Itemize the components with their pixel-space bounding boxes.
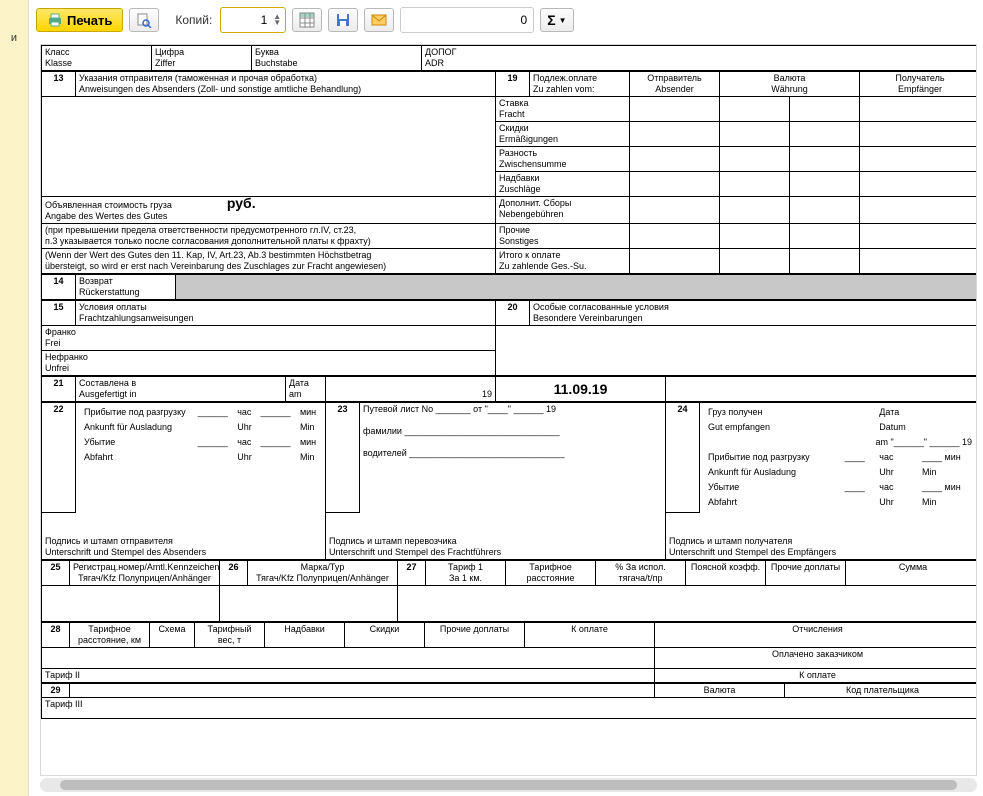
cmr-form: КлассKlasse ЦифраZiffer БукваBuchstabe Д…	[41, 45, 977, 719]
print-button[interactable]: Печать	[36, 8, 123, 32]
sigma-icon: Σ	[547, 12, 555, 28]
section-19-num: 19	[496, 72, 530, 97]
copies-label: Копий:	[175, 13, 212, 27]
section-13-num: 13	[42, 72, 76, 97]
section-29: 29 Валюта Код плательщика Тариф III	[41, 683, 977, 719]
floppy-icon	[335, 12, 351, 28]
scrollbar-thumb[interactable]	[60, 780, 957, 790]
save-button[interactable]	[328, 8, 358, 32]
section-21: 21 Составлена вAusgefertigt in Датаam 19…	[41, 376, 977, 402]
horizontal-scrollbar[interactable]	[40, 778, 977, 792]
sum-dropdown[interactable]: Σ ▼	[540, 8, 573, 32]
page-number-box[interactable]: 0	[400, 7, 534, 33]
chevron-down-icon: ▼	[559, 16, 567, 25]
page-number-value: 0	[521, 13, 528, 27]
copies-input[interactable]	[225, 12, 269, 28]
document-viewport: КлассKlasse ЦифраZiffer БукваBuchstabe Д…	[40, 44, 977, 776]
adr-header-table: КлассKlasse ЦифраZiffer БукваBuchstabe Д…	[41, 45, 977, 71]
printer-icon	[47, 12, 63, 28]
left-tab-label: и	[0, 32, 28, 44]
copies-spinner[interactable]: ▲▼	[220, 7, 286, 33]
section-14: 14 ВозвратRückerstattung	[41, 274, 977, 300]
envelope-icon	[371, 12, 387, 28]
section-13-19: 13 Указания отправителя (таможенная и пр…	[41, 71, 977, 274]
toolbar: Печать Копий: ▲▼ 0 Σ ▼	[36, 4, 979, 36]
section-28: 28 Тарифное расстояние, км Схема Тарифны…	[41, 622, 977, 683]
print-label: Печать	[67, 13, 112, 28]
spinner-arrows-icon[interactable]: ▲▼	[273, 14, 281, 26]
preview-button[interactable]	[129, 8, 159, 32]
section-22-23-24: 22 Прибытие под разгрузку______час______…	[41, 402, 977, 560]
left-panel: и	[0, 0, 29, 796]
grid-icon	[299, 12, 315, 28]
cells-button[interactable]	[292, 8, 322, 32]
email-button[interactable]	[364, 8, 394, 32]
section-25-26-27: 25 Регистрац.номер/Amtl.KennzeichenТягач…	[41, 560, 977, 622]
date-value: 11.09.19	[496, 377, 666, 402]
magnifier-icon	[136, 12, 152, 28]
section-15-20: 15 Условия оплатыFrachtzahlungsanweisung…	[41, 300, 977, 376]
